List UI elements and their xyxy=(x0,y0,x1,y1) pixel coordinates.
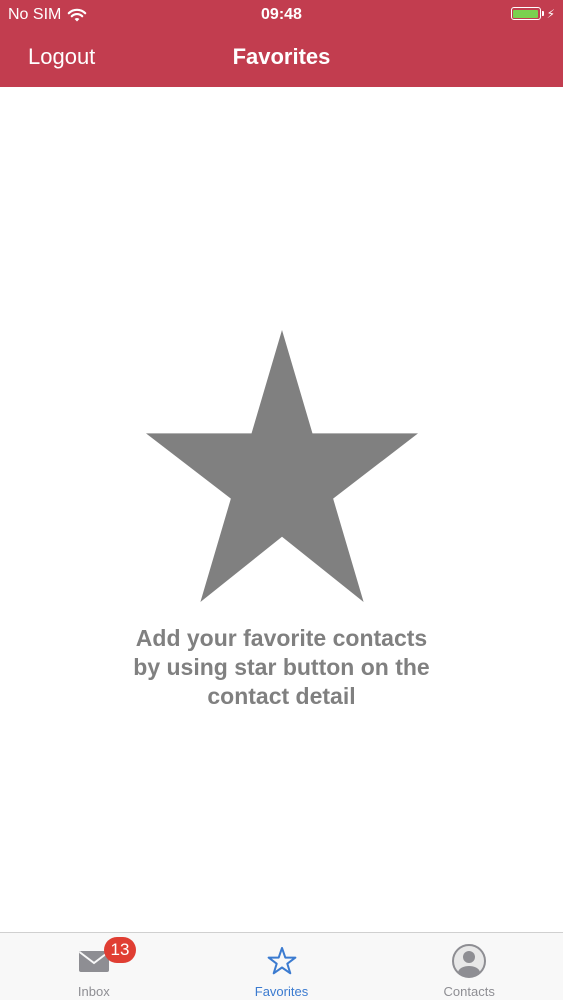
tab-label-favorites: Favorites xyxy=(254,984,309,999)
app-header: No SIM 09:48 ⚡ Logout Favorites xyxy=(0,0,563,87)
tab-bar: 13 Inbox Favorites Contacts xyxy=(0,932,563,1000)
star-icon xyxy=(145,330,418,602)
tab-inbox[interactable]: 13 Inbox xyxy=(0,933,188,1000)
tab-label-contacts: Contacts xyxy=(443,984,495,999)
battery-fill xyxy=(513,9,539,18)
status-bar: No SIM 09:48 ⚡ xyxy=(0,0,563,30)
tab-label-inbox: Inbox xyxy=(77,984,110,999)
star-outline-icon xyxy=(267,947,296,975)
inbox-unread-badge: 13 xyxy=(104,937,136,963)
navigation-bar: Logout Favorites xyxy=(0,30,563,87)
logout-button[interactable]: Logout xyxy=(28,44,95,70)
tab-contacts[interactable]: Contacts xyxy=(375,933,563,1000)
favorites-empty-state: Add your favorite contacts by using star… xyxy=(0,330,563,711)
battery-icon xyxy=(510,7,541,20)
charging-bolt-icon: ⚡ xyxy=(546,6,555,21)
empty-state-message: Add your favorite contacts by using star… xyxy=(133,625,430,709)
person-icon xyxy=(452,944,487,978)
status-time: 09:48 xyxy=(261,6,302,23)
tab-favorites[interactable]: Favorites xyxy=(188,933,376,1000)
battery-indicator: ⚡ xyxy=(510,6,555,21)
battery-tip xyxy=(541,11,544,16)
